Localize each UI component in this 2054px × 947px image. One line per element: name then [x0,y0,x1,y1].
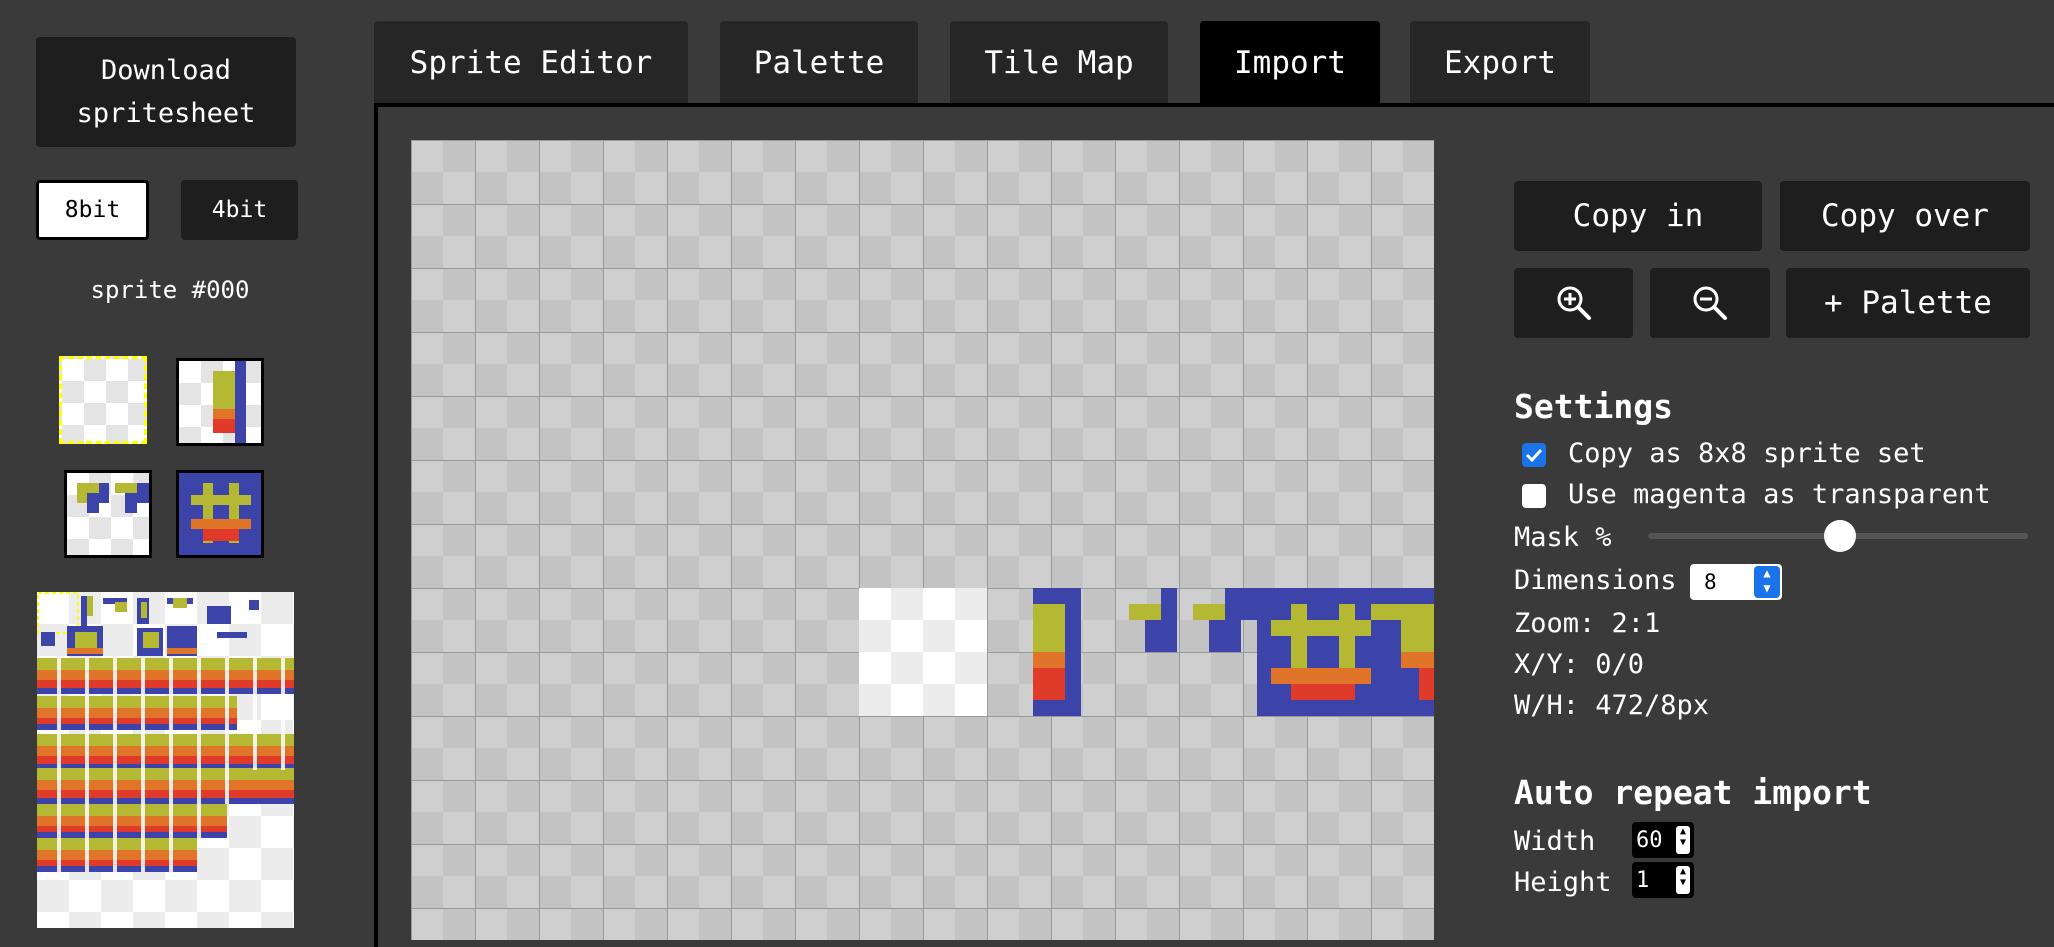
width-input[interactable]: 60 ▲ ▼ [1632,822,1694,858]
zoom-in-button[interactable] [1514,268,1633,338]
dimensions-select[interactable]: 8 ▲ ▼ [1690,564,1782,600]
magenta-transparent-checkbox[interactable] [1522,484,1546,508]
mask-slider-thumb[interactable] [1824,520,1856,552]
width-label: Width [1514,826,1596,857]
tab-sprite-editor[interactable]: Sprite Editor [374,21,688,105]
sprite-thumb-001[interactable] [176,358,264,446]
dimensions-label: Dimensions [1514,565,1677,596]
height-value: 1 [1636,867,1650,893]
copy-as-sprite-set-label: Copy as 8x8 sprite set [1568,438,1926,469]
xy-readout: X/Y: 0/0 [1514,649,1645,680]
dimensions-stepper-icon[interactable]: ▲ ▼ [1754,566,1780,598]
magenta-transparent-label: Use magenta as transparent [1568,479,1991,510]
tab-import-label: Import [1234,45,1346,81]
copy-in-label: Copy in [1572,198,1704,234]
wh-readout: W/H: 472/8px [1514,690,1710,721]
zoom-in-icon [1557,286,1591,320]
width-value: 60 [1636,827,1663,853]
height-input[interactable]: 1 ▲ ▼ [1632,862,1694,898]
tab-tile-map-label: Tile Map [984,45,1134,81]
bit-8-button[interactable]: 8bit [36,180,149,240]
copy-as-sprite-set-checkbox[interactable] [1522,443,1546,467]
width-stepper-icon[interactable]: ▲ ▼ [1676,826,1690,854]
download-spritesheet-label: Download spritesheet [76,55,256,129]
copy-over-button[interactable]: Copy over [1780,181,2030,251]
imported-blank-sprite [859,588,987,716]
copy-over-label: Copy over [1821,198,1989,234]
tab-sprite-editor-label: Sprite Editor [409,45,653,81]
tab-tile-map[interactable]: Tile Map [950,21,1168,105]
dimensions-value: 8 [1704,570,1717,594]
bit-4-label: 4bit [211,197,268,223]
zoom-out-button[interactable] [1650,268,1770,338]
zoom-readout: Zoom: 2:1 [1514,608,1661,639]
download-spritesheet-button[interactable]: Download spritesheet [36,37,296,147]
tab-import[interactable]: Import [1200,21,1380,105]
height-label: Height [1514,867,1612,898]
sprite-thumb-003[interactable] [176,470,264,558]
zoom-out-icon [1693,286,1727,320]
copy-in-button[interactable]: Copy in [1514,181,1762,251]
checkmark-icon [1525,448,1543,463]
sprite-thumb-002[interactable] [64,470,152,558]
settings-heading: Settings [1514,387,1673,426]
mask-slider[interactable] [1648,520,2028,552]
height-stepper-icon[interactable]: ▲ ▼ [1676,866,1690,894]
spritesheet-preview[interactable] [37,592,294,928]
bit-8-label: 8bit [64,197,121,223]
tab-export[interactable]: Export [1410,21,1590,105]
auto-repeat-heading: Auto repeat import [1514,773,1872,812]
tab-palette[interactable]: Palette [720,21,918,105]
import-canvas[interactable] [411,140,1434,940]
tab-export-label: Export [1444,45,1556,81]
sprite-thumb-000[interactable] [59,356,147,444]
bit-4-button[interactable]: 4bit [181,180,298,240]
add-palette-button[interactable]: + Palette [1786,268,2030,338]
tab-palette-label: Palette [753,45,885,81]
sprite-number-label: sprite #000 [90,276,250,304]
mask-label: Mask % [1514,522,1612,553]
add-palette-label: + Palette [1824,285,1992,321]
